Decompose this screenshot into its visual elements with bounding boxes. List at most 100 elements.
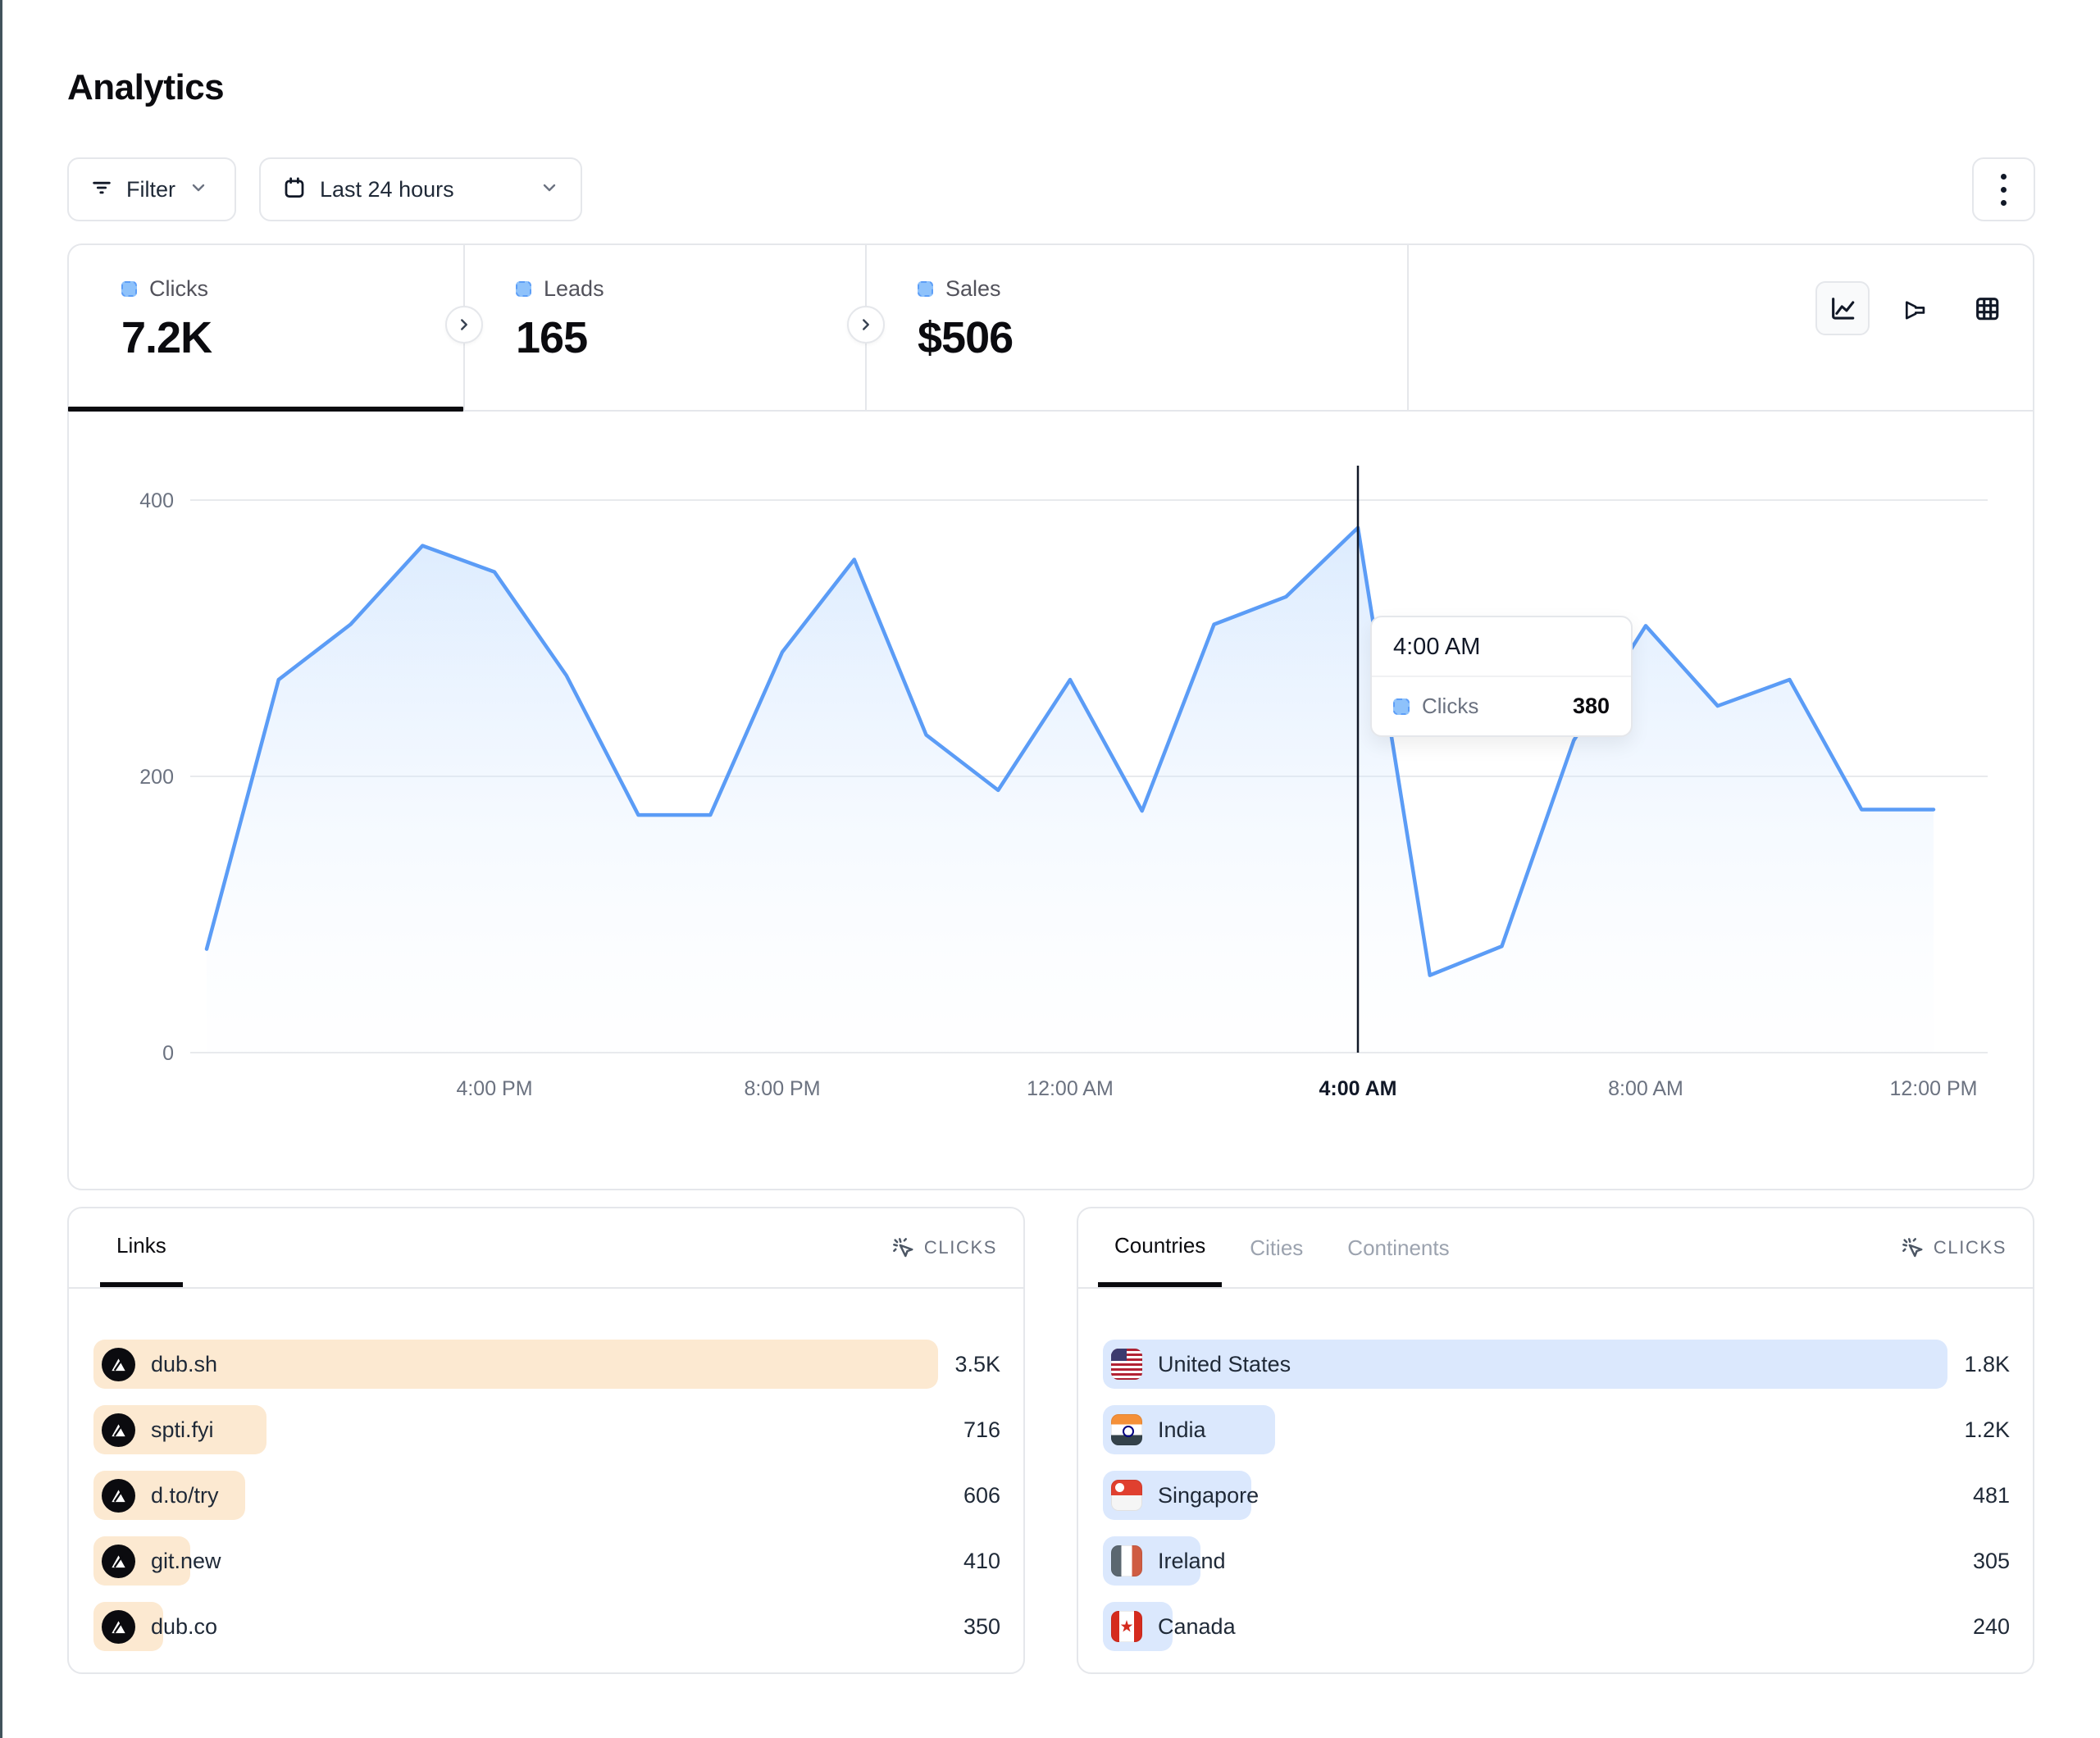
x-axis-label: 12:00 PM [1889,1077,1977,1100]
link-row[interactable]: d.to/try606 [93,1471,1000,1520]
sales-label: Sales [945,276,1001,302]
row-label: United States [1158,1352,1291,1377]
chevron-right-icon [857,316,875,334]
area-fill [207,528,1934,1053]
x-axis-label: 4:00 PM [456,1077,532,1100]
flag-ca-icon [1111,1611,1142,1642]
country-row[interactable]: United States 1.8K [1103,1340,2010,1389]
dub-logo-icon [109,1421,128,1440]
tab-links[interactable]: Links [100,1208,183,1287]
row-label: git.new [151,1549,221,1574]
value-bar [93,1340,938,1389]
tab-leads[interactable]: Leads 165 [516,276,604,363]
tooltip-series-marker-icon [1393,698,1410,715]
clicks-area-chart[interactable]: 0 200 400 4:00 PM 8:00 PM 12:00 AM 4:00 AM 8:00… [69,412,2034,1190]
leads-marker-icon [516,281,531,297]
filter-icon [90,176,113,203]
y-axis-label: 0 [162,1042,174,1065]
row-label: Ireland [1158,1549,1226,1574]
flag-sg-icon [1111,1480,1142,1511]
link-avatar [102,1610,135,1644]
leads-label: Leads [544,276,604,302]
tab-clicks[interactable]: Clicks 7.2K [121,276,212,363]
funnel-view-button[interactable] [1888,281,1942,335]
sales-value: $506 [918,312,1013,363]
row-label: dub.sh [151,1352,217,1377]
date-range-label: Last 24 hours [320,177,454,202]
kebab-dot [2001,200,2007,206]
page-title: Analytics [67,67,224,108]
row-value: 1.2K [1964,1417,2010,1443]
country-row[interactable]: India 1.2K [1103,1405,2010,1454]
links-metric-selector[interactable]: CLICKS [891,1208,997,1287]
expand-clicks-button[interactable] [445,306,483,344]
countries-metric-selector[interactable]: CLICKS [1900,1208,2007,1287]
cursor-click-icon [1900,1235,1925,1260]
tab-countries[interactable]: Countries [1098,1208,1222,1287]
x-axis-label: 12:00 AM [1027,1077,1114,1100]
tab-cities[interactable]: Cities [1233,1208,1319,1287]
links-panel-header: Links CLICKS [69,1208,1023,1289]
row-value: 240 [1973,1614,2010,1640]
link-avatar [102,1479,135,1513]
row-value: 716 [963,1417,1000,1443]
countries-panel: CountriesCitiesContinents CLICKS United … [1077,1207,2034,1674]
window-edge-strip [0,0,2,1738]
clicks-value: 7.2K [121,312,212,363]
kebab-dot [2001,174,2007,180]
sales-marker-icon [918,281,933,297]
row-label: Singapore [1158,1483,1259,1508]
y-axis-label: 200 [139,766,174,789]
filter-button[interactable]: Filter [67,157,236,221]
links-metric-label: CLICKS [924,1237,997,1258]
row-label: India [1158,1417,1206,1443]
table-view-button[interactable] [1960,281,2014,335]
x-axis-label: 4:00 AM [1319,1077,1397,1100]
table-grid-icon [1973,294,2001,322]
calendar-icon [282,175,307,204]
kebab-dot [2001,187,2007,193]
line-chart-view-button[interactable] [1815,281,1870,335]
link-row[interactable]: spti.fyi716 [93,1405,1000,1454]
links-list: dub.sh 3.5K spti.fyi716 d.to/try606 git.new 4… [69,1289,1023,1651]
row-value: 606 [963,1483,1000,1508]
link-avatar [102,1413,135,1447]
more-options-button[interactable] [1972,157,2035,221]
dub-logo-icon [109,1552,128,1571]
y-axis-label: 400 [139,489,174,512]
row-value: 1.8K [1964,1352,2010,1377]
chevron-down-icon [189,178,208,202]
row-value: 410 [963,1549,1000,1574]
flag-in-icon [1111,1414,1142,1445]
row-value: 350 [963,1614,1000,1640]
row-value: 305 [1973,1549,2010,1574]
country-row[interactable]: Singapore481 [1103,1471,2010,1520]
line-chart-icon [1829,294,1856,322]
cursor-click-icon [891,1235,915,1260]
filter-button-label: Filter [126,177,175,202]
leads-value: 165 [516,312,604,363]
country-row[interactable]: Ireland 305 [1103,1536,2010,1586]
date-range-button[interactable]: Last 24 hours [259,157,582,221]
stats-tabs-row: Clicks 7.2K Leads 165 Sales $506 [69,245,2033,412]
row-label: dub.co [151,1614,217,1640]
tab-sales[interactable]: Sales $506 [918,276,1013,363]
x-axis-label: 8:00 PM [744,1077,820,1100]
link-row[interactable]: git.new 410 [93,1536,1000,1586]
chart-tooltip: 4:00 AM Clicks 380 [1370,616,1633,737]
link-row[interactable]: dub.sh 3.5K [93,1340,1000,1389]
clicks-marker-icon [121,281,137,297]
country-row[interactable]: Canada240 [1103,1602,2010,1651]
expand-leads-button[interactable] [847,306,885,344]
link-avatar [102,1545,135,1578]
tab-continents[interactable]: Continents [1331,1208,1465,1287]
x-axis-label: 8:00 AM [1608,1077,1683,1100]
chevron-right-icon [455,316,473,334]
flag-ie-icon [1111,1545,1142,1576]
dub-logo-icon [109,1617,128,1636]
row-value: 3.5K [954,1352,1000,1377]
links-panel: Links CLICKS dub.sh 3.5K spti.fyi716 d.to/t… [67,1207,1025,1674]
link-row[interactable]: dub.co 350 [93,1602,1000,1651]
divider [1407,245,1409,412]
clicks-label: Clicks [149,276,208,302]
